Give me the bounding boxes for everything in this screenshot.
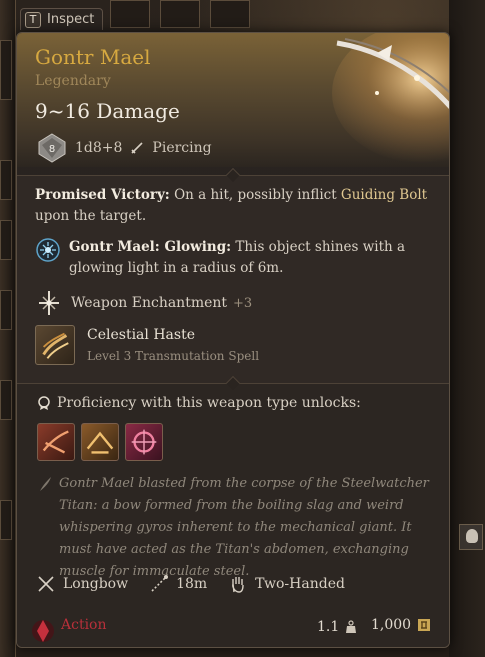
- spell-name: Celestial Haste: [87, 327, 195, 343]
- enchantment-name: Weapon Enchantment: [71, 295, 228, 311]
- passive-text: On a hit, possibly inflict: [169, 187, 341, 203]
- weapon-type-label: Longbow: [63, 576, 129, 592]
- inspect-label: Inspect: [47, 12, 95, 27]
- inventory-slot[interactable]: [210, 0, 250, 28]
- weight-value: 1.1: [317, 619, 340, 635]
- proficiency-action-icon-2[interactable]: [81, 423, 119, 461]
- inventory-slot[interactable]: [0, 290, 12, 330]
- gold-icon: [418, 619, 431, 631]
- item-weight: 1.1: [317, 619, 357, 635]
- passive-description: Promised Victory: On a hit, possibly inf…: [35, 185, 435, 227]
- inventory-slot[interactable]: [0, 500, 12, 540]
- piercing-icon: [131, 142, 143, 154]
- inspect-hint[interactable]: T Inspect: [20, 8, 104, 30]
- proficiency-action-icon-3[interactable]: [125, 423, 163, 461]
- range-icon: [151, 575, 169, 592]
- item-tooltip: Gontr Mael Legendary 9~16 Damage 8 1d8+8…: [16, 32, 450, 648]
- spell-subtitle: Level 3 Transmutation Spell: [87, 349, 260, 363]
- weapon-type: Longbow: [37, 575, 128, 593]
- inventory-slot[interactable]: [160, 0, 200, 28]
- right-frame: [449, 0, 485, 657]
- damage-dice-row: 8 1d8+8 Piercing: [37, 133, 212, 163]
- party-portrait[interactable]: [459, 524, 483, 550]
- celestial-haste-icon[interactable]: [35, 325, 75, 365]
- inventory-slot[interactable]: [0, 160, 12, 200]
- divider: [17, 375, 449, 391]
- action-cost: Action: [61, 617, 107, 633]
- crossed-swords-icon: [38, 576, 54, 592]
- item-rarity: Legendary: [35, 73, 111, 89]
- glowing-title: Gontr Mael: Glowing:: [69, 239, 232, 255]
- weapon-range-label: 18m: [176, 576, 208, 592]
- d8-die-icon: 8: [38, 133, 66, 163]
- weight-icon: [346, 620, 357, 633]
- proficiency-heading: Proficiency with this weapon type unlock…: [37, 395, 361, 411]
- item-name: Gontr Mael: [35, 45, 151, 69]
- inspect-key: T: [25, 11, 41, 28]
- glowing-row: Gontr Mael: Glowing: This object shines …: [35, 237, 409, 279]
- weapon-handedness: Two-Handed: [229, 575, 345, 593]
- inventory-slot[interactable]: [0, 380, 12, 420]
- proficiency-icon: [38, 396, 50, 410]
- glowing-description: Gontr Mael: Glowing: This object shines …: [69, 237, 409, 279]
- inventory-slot[interactable]: [0, 40, 12, 100]
- quill-icon: [40, 477, 51, 491]
- inventory-slot[interactable]: [110, 0, 150, 28]
- passive-text-end: upon the target.: [35, 208, 147, 224]
- item-damage: 9~16 Damage: [35, 99, 180, 123]
- die-face-value: 8: [49, 144, 55, 155]
- price-value: 1,000: [371, 617, 412, 633]
- action-icon: [32, 620, 54, 642]
- enchantment-value: +3: [233, 296, 253, 311]
- proficiency-action-icon-1[interactable]: [37, 423, 75, 461]
- enchantment-row: Weapon Enchantment +3: [35, 289, 252, 317]
- weapon-range: 18m: [150, 575, 207, 593]
- damage-type: Piercing: [152, 140, 212, 156]
- damage-dice: 1d8+8: [75, 140, 123, 156]
- glowing-icon: [36, 238, 60, 262]
- item-price: 1,000: [371, 617, 431, 633]
- bow-icon: [332, 33, 449, 163]
- enchantment-label: Weapon Enchantment +3: [71, 295, 252, 311]
- weapon-enchantment-icon: [39, 291, 59, 315]
- proficiency-heading-text: Proficiency with this weapon type unlock…: [57, 395, 361, 411]
- divider: [17, 167, 449, 183]
- weapon-handedness-label: Two-Handed: [255, 576, 345, 592]
- inventory-slot[interactable]: [0, 220, 12, 260]
- hand-icon: [232, 577, 244, 593]
- weapon-properties: Longbow 18m Two-Handed: [37, 575, 357, 593]
- guiding-bolt-link[interactable]: Guiding Bolt: [341, 187, 427, 203]
- passive-title: Promised Victory:: [35, 187, 170, 203]
- lore-text: Gontr Mael blasted from the corpse of th…: [59, 476, 429, 579]
